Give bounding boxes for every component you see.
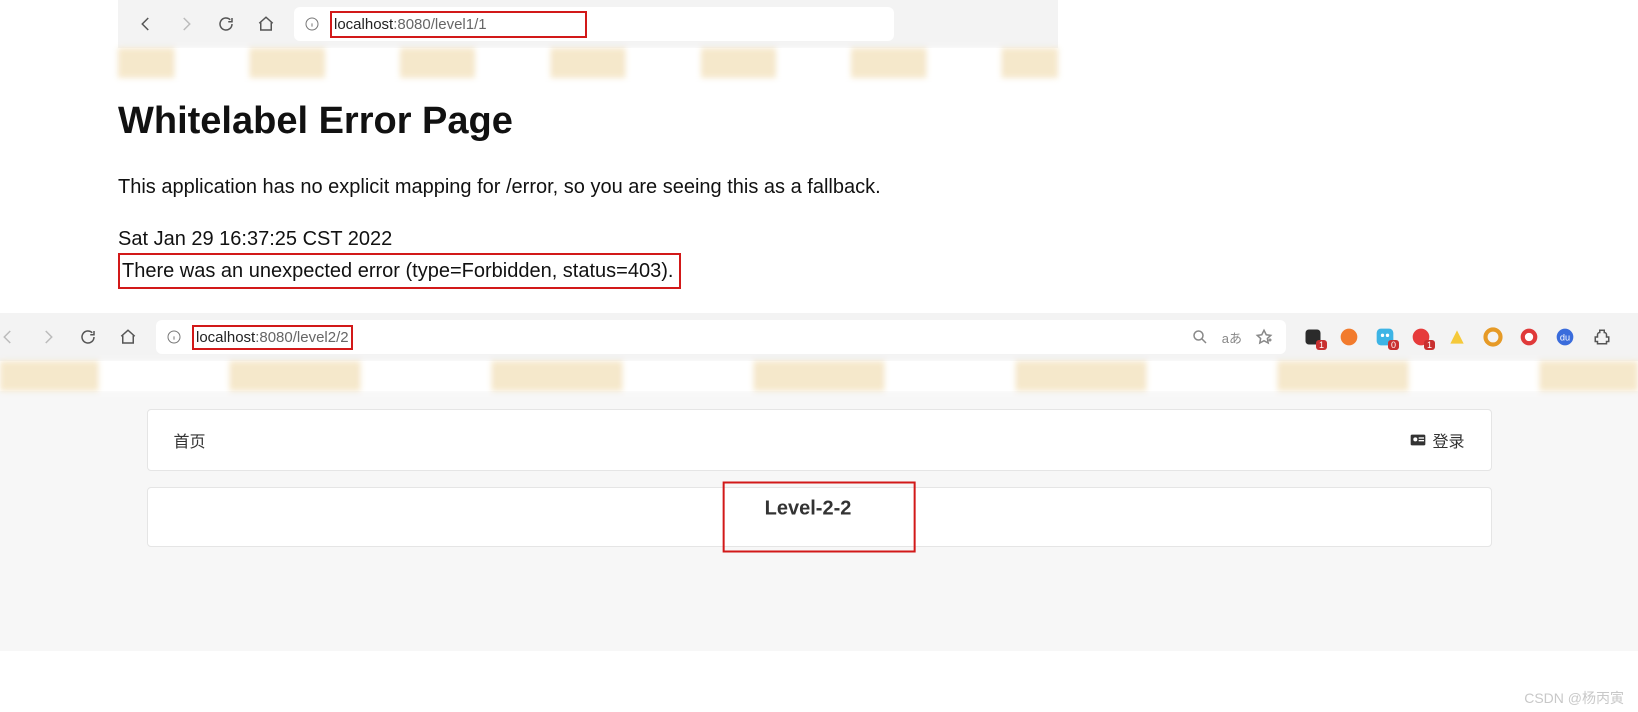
app-content: 首页 登录 Level-2-2 — [0, 391, 1638, 651]
address-bar-2[interactable]: localhost:8080/level2/2 aあ — [156, 320, 1286, 354]
svg-text:du: du — [1560, 332, 1570, 342]
back-icon[interactable] — [134, 12, 158, 36]
home-icon[interactable] — [116, 325, 140, 349]
app-header-card: 首页 登录 — [147, 409, 1492, 471]
forward-icon — [174, 12, 198, 36]
app-content-card: Level-2-2 — [147, 487, 1492, 547]
error-timestamp: Sat Jan 29 16:37:25 CST 2022 — [118, 225, 1078, 253]
screenshot-2: localhost:8080/level2/2 aあ 1 0 1 du — [0, 313, 1638, 651]
address-bar-1[interactable]: localhost:8080/level1/1 — [294, 7, 894, 41]
url-text-2: localhost:8080/level2/2 — [192, 325, 353, 350]
extensions-area: 1 0 1 du — [1302, 325, 1618, 349]
level-title-text: Level-2-2 — [765, 498, 852, 520]
login-label: 登录 — [1432, 428, 1464, 452]
browser-toolbar-2: localhost:8080/level2/2 aあ 1 0 1 du — [0, 313, 1638, 361]
favorite-add-icon[interactable] — [1252, 325, 1276, 349]
home-link[interactable]: 首页 — [174, 428, 206, 452]
watermark: CSDN @杨丙寅 — [1524, 688, 1624, 708]
refresh-icon[interactable] — [76, 325, 100, 349]
login-button[interactable]: 登录 — [1410, 428, 1464, 452]
extension-icon[interactable]: 0 — [1374, 326, 1396, 348]
forward-icon — [36, 325, 60, 349]
translate-icon[interactable]: aあ — [1222, 328, 1242, 347]
browser-toolbar-1: localhost:8080/level1/1 — [118, 0, 1058, 48]
site-info-icon[interactable] — [166, 329, 182, 345]
extension-icon[interactable] — [1446, 326, 1468, 348]
extension-icon[interactable]: 1 — [1302, 326, 1324, 348]
error-mapping-text: This application has no explicit mapping… — [118, 173, 1078, 201]
url-text-1: localhost:8080/level1/1 — [330, 11, 587, 38]
home-icon[interactable] — [254, 12, 278, 36]
extension-badge: 1 — [1424, 340, 1435, 350]
error-detail: There was an unexpected error (type=Forb… — [118, 253, 681, 289]
extension-icon[interactable]: 1 — [1410, 326, 1432, 348]
extension-icon[interactable] — [1482, 326, 1504, 348]
site-info-icon[interactable] — [304, 16, 320, 32]
error-title: Whitelabel Error Page — [118, 100, 1078, 143]
search-in-page-icon[interactable] — [1188, 325, 1212, 349]
bookmark-bar-1 — [118, 48, 1058, 78]
extension-icon[interactable]: du — [1554, 326, 1576, 348]
extension-badge: 1 — [1316, 340, 1327, 350]
screenshot-1: localhost:8080/level1/1 Whitelabel Error… — [0, 0, 1638, 307]
extension-icon[interactable] — [1338, 326, 1360, 348]
extension-badge: 0 — [1388, 340, 1399, 350]
bookmark-bar-2 — [0, 361, 1638, 391]
error-page: Whitelabel Error Page This application h… — [118, 78, 1078, 307]
level-title: Level-2-2 — [723, 482, 916, 553]
extensions-menu-icon[interactable] — [1590, 325, 1614, 349]
extension-icon[interactable] — [1518, 326, 1540, 348]
error-detail-text: There was an unexpected error (type=Forb… — [122, 260, 673, 282]
refresh-icon[interactable] — [214, 12, 238, 36]
back-icon — [0, 325, 20, 349]
id-card-icon — [1410, 433, 1426, 447]
